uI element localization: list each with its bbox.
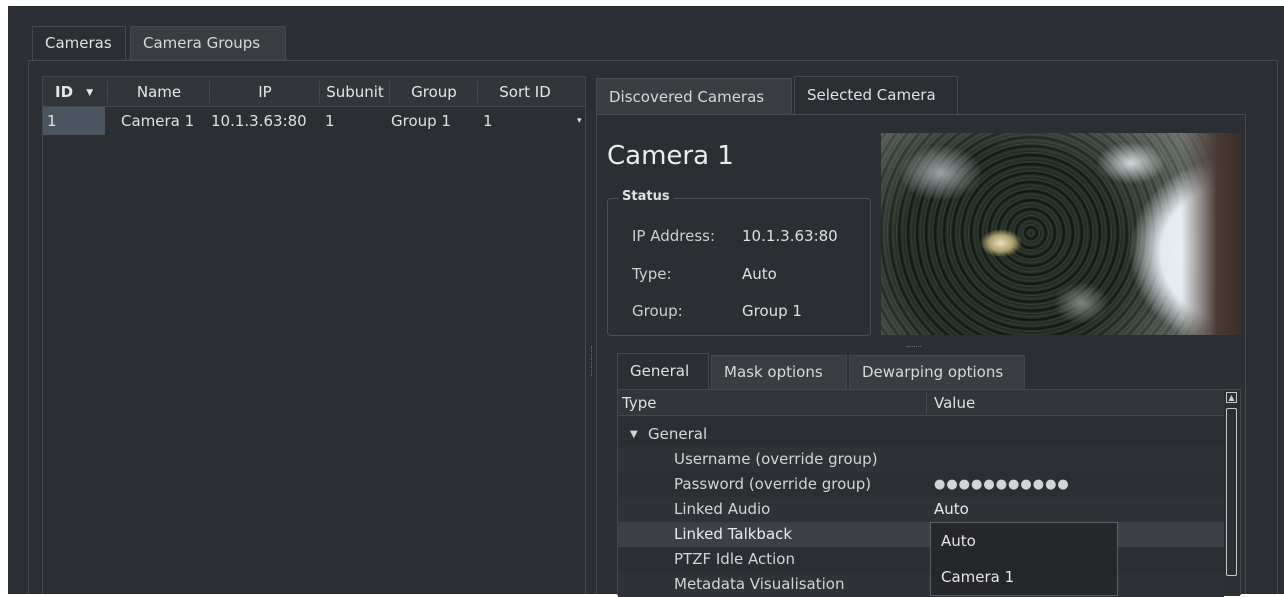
- sort-arrow-icon: ▼: [86, 87, 94, 98]
- column-header-subunit[interactable]: Subunit: [321, 77, 389, 107]
- cell-ip[interactable]: 10.1.3.63:80: [211, 107, 307, 135]
- tab-cameras[interactable]: Cameras: [32, 26, 126, 60]
- tab-selected-camera[interactable]: Selected Camera: [794, 76, 958, 114]
- property-label: Username (override group): [674, 450, 878, 468]
- property-row[interactable]: Metadata Visualisation: [618, 572, 1224, 597]
- ip-address-value: 10.1.3.63:80: [742, 227, 838, 245]
- group-general-label: General: [648, 425, 708, 443]
- ip-address-label: IP Address:: [632, 227, 716, 245]
- cameras-table: ID ▼ Name IP Subunit Group Sort ID 1 Cam…: [42, 76, 586, 594]
- tab-general[interactable]: General: [617, 353, 709, 389]
- column-header-ip[interactable]: IP: [211, 77, 319, 107]
- property-row[interactable]: Password (override group) ●●●●●●●●●●●: [618, 472, 1224, 497]
- tab-mask-options[interactable]: Mask options: [711, 355, 847, 389]
- cell-id[interactable]: 1: [43, 107, 105, 135]
- resize-handle[interactable]: [907, 346, 921, 348]
- property-label: Password (override group): [674, 475, 872, 493]
- tab-dewarping-options[interactable]: Dewarping options: [849, 355, 1025, 389]
- property-row[interactable]: Linked Talkback: [618, 522, 1224, 547]
- linked-audio-value[interactable]: Auto: [934, 497, 969, 522]
- column-header-type[interactable]: Type: [622, 390, 656, 416]
- property-label: Linked Talkback: [674, 525, 793, 543]
- app-window: Cameras Camera Groups ID ▼ Name IP Subun…: [8, 6, 1284, 597]
- table-row[interactable]: 1 Camera 1 10.1.3.63:80 1 Group 1 1 ▾: [43, 107, 585, 135]
- status-title: Status: [618, 189, 674, 204]
- property-row[interactable]: PTZF Idle Action: [618, 547, 1224, 572]
- table-header: ID ▼ Name IP Subunit Group Sort ID: [43, 77, 585, 107]
- small-arrow-icon: ▾: [577, 116, 582, 126]
- group-label: Group:: [632, 302, 683, 320]
- property-row[interactable]: Username (override group): [618, 447, 1224, 472]
- column-id-label: ID: [55, 83, 74, 101]
- type-value: Auto: [742, 265, 777, 283]
- column-header-sort-id[interactable]: Sort ID: [479, 77, 571, 107]
- cell-subunit[interactable]: 1: [325, 107, 335, 135]
- properties-header: Type Value: [618, 390, 1224, 416]
- property-label: Metadata Visualisation: [674, 575, 845, 593]
- column-header-group[interactable]: Group: [391, 77, 477, 107]
- status-groupbox: Status IP Address: 10.1.3.63:80 Type: Au…: [607, 189, 871, 336]
- dropdown-option-camera-1[interactable]: Camera 1: [931, 559, 1117, 595]
- properties-panel: Type Value ▼ General Username (override …: [617, 389, 1241, 597]
- cell-name[interactable]: Camera 1: [121, 107, 194, 135]
- property-row[interactable]: Linked Audio Auto: [618, 497, 1224, 522]
- scrollbar-thumb[interactable]: [1226, 408, 1237, 576]
- cell-group[interactable]: Group 1: [391, 107, 451, 135]
- dropdown-option-auto[interactable]: Auto: [931, 523, 1117, 559]
- property-label: Linked Audio: [674, 500, 771, 518]
- column-header-value[interactable]: Value: [934, 390, 975, 416]
- selected-camera-panel: Camera 1 Status IP Address: 10.1.3.63:80…: [596, 114, 1246, 597]
- group-value: Group 1: [742, 302, 802, 320]
- type-label: Type:: [632, 265, 672, 283]
- tab-discovered-cameras[interactable]: Discovered Cameras: [596, 78, 792, 114]
- splitter-handle[interactable]: [591, 346, 594, 376]
- password-value[interactable]: ●●●●●●●●●●●: [934, 472, 1070, 497]
- tab-camera-groups[interactable]: Camera Groups: [130, 26, 286, 60]
- property-label: PTZF Idle Action: [674, 550, 795, 568]
- tree-group-general[interactable]: ▼ General: [618, 422, 1224, 447]
- column-header-name[interactable]: Name: [109, 77, 209, 107]
- scrollbar[interactable]: ▲: [1224, 390, 1240, 596]
- expand-arrow-icon[interactable]: ▼: [630, 422, 638, 447]
- scroll-up-icon[interactable]: ▲: [1226, 392, 1237, 403]
- column-header-id[interactable]: ID ▼: [43, 77, 117, 107]
- camera-preview-image: [881, 133, 1241, 335]
- linked-talkback-dropdown: Auto Camera 1: [930, 522, 1118, 596]
- camera-title: Camera 1: [607, 141, 734, 171]
- cell-sort-id[interactable]: 1: [483, 107, 493, 135]
